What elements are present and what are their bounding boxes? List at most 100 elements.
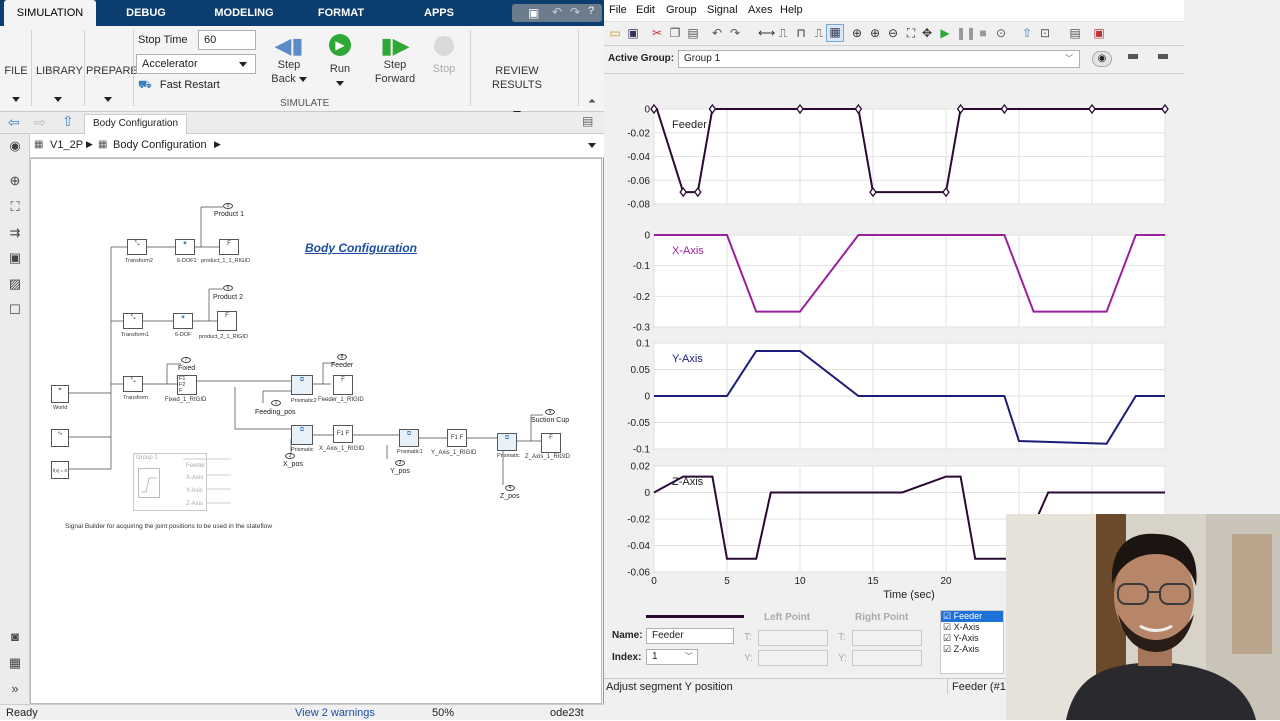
- prepare-section-button[interactable]: PREPARE: [86, 64, 138, 106]
- menu-axes[interactable]: Axes: [748, 4, 772, 16]
- fit-to-view-icon[interactable]: ⛶: [7, 200, 23, 214]
- zoom-xy-icon[interactable]: ⊕: [850, 26, 864, 40]
- tab-layout-icon-2[interactable]: [1158, 54, 1168, 59]
- x-axis-rigid-block[interactable]: F1 F: [333, 425, 353, 443]
- zoom-x-icon[interactable]: ⊕: [868, 26, 882, 40]
- back-arrow-icon[interactable]: ⇦: [8, 114, 20, 131]
- annotation-icon[interactable]: ▣: [7, 251, 23, 265]
- image-icon[interactable]: ▨: [7, 277, 23, 291]
- port-2[interactable]: 2: [285, 453, 295, 459]
- left-point-y-input[interactable]: [758, 650, 828, 666]
- run-button[interactable]: ▶ Run: [320, 34, 360, 90]
- chevron-down-icon[interactable]: [588, 143, 596, 148]
- port-8[interactable]: 8: [337, 354, 347, 360]
- step-forward-button[interactable]: ▮▶ Step Forward: [370, 34, 420, 86]
- port-9[interactable]: 9: [545, 409, 555, 415]
- solver-config-block[interactable]: ∿: [51, 429, 69, 447]
- tab-options-icon[interactable]: ◉: [1092, 51, 1112, 67]
- tab-simulation[interactable]: SIMULATION: [4, 0, 96, 26]
- signal-name-input[interactable]: Feeder: [646, 628, 734, 644]
- fit-icon[interactable]: ⛶: [904, 26, 918, 40]
- prismatic2-block[interactable]: ⧉: [291, 375, 313, 395]
- collapse-toolstrip-icon[interactable]: ⏶: [588, 96, 596, 107]
- canvas-title[interactable]: Body Configuration: [305, 241, 417, 255]
- port-4[interactable]: 4: [505, 485, 515, 491]
- forward-arrow-icon[interactable]: ⇨: [34, 114, 46, 131]
- port-1[interactable]: 1: [271, 400, 281, 406]
- signal-list-item-feeder[interactable]: ☑ Feeder: [941, 611, 1003, 622]
- port-6[interactable]: 6: [223, 285, 233, 291]
- tab-body-configuration[interactable]: Body Configuration: [84, 114, 188, 134]
- save-icon[interactable]: ▣: [626, 26, 640, 40]
- new-icon[interactable]: ▭: [608, 26, 622, 40]
- copy-icon[interactable]: ❐: [668, 26, 682, 40]
- cut-icon[interactable]: ✂: [650, 26, 664, 40]
- tab-layout-icon[interactable]: [1128, 54, 1138, 59]
- step-icon[interactable]: ⎍: [776, 26, 790, 40]
- menu-signal[interactable]: Signal: [707, 4, 738, 16]
- port-3[interactable]: 3: [395, 460, 405, 466]
- step-back-button[interactable]: ◀▮ Step Back: [266, 34, 312, 86]
- area-icon[interactable]: ☐: [7, 303, 23, 317]
- grid-toggle-icon[interactable]: ▦: [826, 24, 844, 42]
- model-browser-icon[interactable]: ◉: [7, 139, 23, 153]
- stop-time-input[interactable]: 60: [198, 30, 256, 50]
- menu-file[interactable]: File: [609, 4, 627, 16]
- redo-icon[interactable]: ↷: [570, 5, 580, 19]
- prismatic1-block[interactable]: ⧉: [399, 429, 419, 447]
- constant-icon[interactable]: ⟷: [758, 26, 775, 40]
- signal-builder-block[interactable]: Group 1 Feeder X-Axis Y-Axis Z-Axis: [133, 453, 207, 511]
- pulse-icon[interactable]: ⊓: [794, 26, 808, 40]
- fixed1-block[interactable]: F1 F2 F: [177, 375, 197, 395]
- port-5[interactable]: 5: [223, 203, 233, 209]
- fx-block[interactable]: f(x) = 0: [51, 461, 69, 479]
- feeder1-block[interactable]: F: [333, 375, 353, 395]
- undo-icon[interactable]: ↶: [552, 5, 562, 19]
- redo-icon[interactable]: ↷: [728, 26, 742, 40]
- pause-simulation-icon[interactable]: ❚❚: [956, 26, 976, 40]
- breadcrumb-subsystem[interactable]: Body Configuration: [113, 139, 207, 151]
- panel-menu-icon[interactable]: ▤: [582, 114, 593, 128]
- transform-block[interactable]: ⤡: [123, 376, 143, 392]
- tab-modeling[interactable]: MODELING: [202, 0, 286, 26]
- undo-icon[interactable]: ↶: [710, 26, 724, 40]
- warnings-link[interactable]: View 2 warnings: [295, 705, 375, 721]
- menu-group[interactable]: Group: [666, 4, 697, 16]
- signal-list-item-x[interactable]: ☑ X-Axis: [941, 622, 1003, 633]
- record-icon[interactable]: ⊙: [994, 26, 1008, 40]
- menu-edit[interactable]: Edit: [636, 4, 655, 16]
- paste-icon[interactable]: ▤: [686, 26, 700, 40]
- port-7[interactable]: 7: [181, 357, 191, 363]
- camera-icon[interactable]: ◙: [7, 630, 23, 644]
- help-icon[interactable]: ?: [588, 5, 594, 17]
- property-inspector-icon[interactable]: ▦: [7, 656, 23, 670]
- tab-debug[interactable]: DEBUG: [106, 0, 186, 26]
- menu-help[interactable]: Help: [780, 4, 803, 16]
- pan-icon[interactable]: ✥: [920, 26, 934, 40]
- library-section-button[interactable]: LIBRARY: [36, 64, 83, 106]
- stop-button[interactable]: Stop: [426, 34, 462, 76]
- z-axis-rigid-block[interactable]: F: [541, 433, 561, 453]
- fast-restart-toggle[interactable]: ⛟ Fast Restart: [138, 79, 220, 93]
- product11-block[interactable]: F: [219, 239, 239, 255]
- model-icon[interactable]: ⊡: [1038, 26, 1052, 40]
- pulse-train-icon[interactable]: ⎍: [812, 26, 826, 40]
- stop-simulation-icon[interactable]: ■: [976, 26, 990, 40]
- arrow-icon[interactable]: ⇉: [7, 226, 23, 240]
- product21-block[interactable]: F: [217, 311, 237, 331]
- solver-name[interactable]: ode23t: [550, 705, 584, 721]
- up-arrow-icon[interactable]: ⇧: [62, 113, 74, 130]
- model-canvas[interactable]: Body Configuration ⌖ World ∿ f(x) = 0 ⤡ …: [30, 158, 602, 704]
- signal-list-item-y[interactable]: ☑ Y-Axis: [941, 633, 1003, 644]
- signal-index-select[interactable]: 1 ﹀: [646, 649, 698, 665]
- zoom-icon[interactable]: ⊕: [7, 174, 23, 188]
- verification-icon[interactable]: ▤: [1068, 26, 1082, 40]
- signal-list-item-z[interactable]: ☑ Z-Axis: [941, 644, 1003, 655]
- show-model-icon[interactable]: ⇧: [1020, 26, 1034, 40]
- prismatic-z-block[interactable]: ⧉: [497, 433, 517, 451]
- active-group-select[interactable]: Group 1 ﹀: [678, 50, 1080, 68]
- start-simulation-icon[interactable]: ▶: [938, 26, 952, 40]
- expand-icon[interactable]: »: [7, 682, 23, 696]
- world-block[interactable]: ⌖: [51, 385, 69, 403]
- file-section-button[interactable]: FILE: [4, 64, 28, 106]
